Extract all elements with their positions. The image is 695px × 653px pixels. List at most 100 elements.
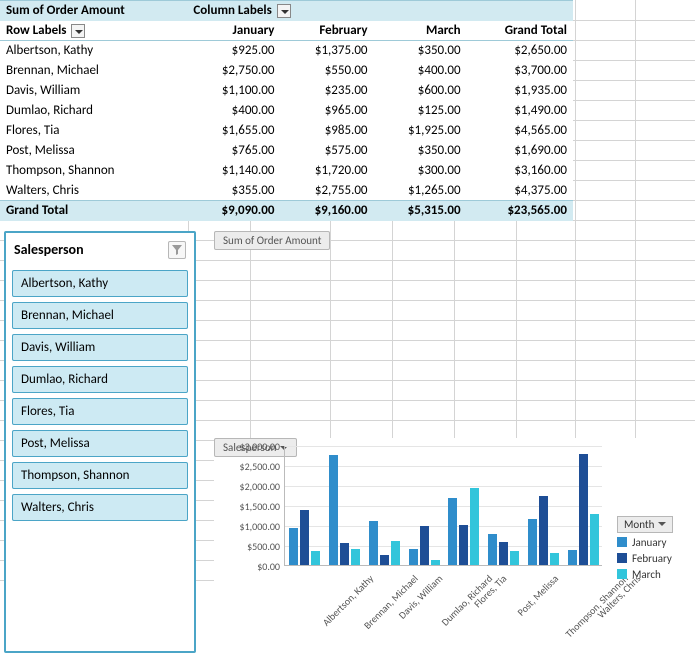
clear-filter-icon[interactable] xyxy=(168,241,186,259)
cell: $300.00 xyxy=(374,161,467,181)
cell: $1,265.00 xyxy=(374,181,467,201)
cell: $1,140.00 xyxy=(187,161,280,181)
row-label: Flores, Tia xyxy=(0,121,187,141)
value-field-pill[interactable]: Sum of Order Amount xyxy=(214,231,330,250)
row-total: $4,565.00 xyxy=(467,121,573,141)
bar xyxy=(568,550,577,564)
col-january: January xyxy=(187,21,280,41)
bar xyxy=(539,496,548,565)
bar xyxy=(351,549,360,565)
table-row: Flores, Tia$1,655.00$985.00$1,925.00$4,5… xyxy=(0,121,573,141)
bar xyxy=(340,543,349,565)
slicer-item[interactable]: Walters, Chris xyxy=(12,494,188,521)
bar xyxy=(579,454,588,564)
bar xyxy=(369,521,378,565)
bar xyxy=(289,528,298,565)
bar xyxy=(391,541,400,565)
table-row: Davis, William$1,100.00$235.00$600.00$1,… xyxy=(0,81,573,101)
table-row: Dumlao, Richard$400.00$965.00$125.00$1,4… xyxy=(0,101,573,121)
cell: $765.00 xyxy=(187,141,280,161)
row-total: $3,700.00 xyxy=(467,61,573,81)
slicer-item[interactable]: Davis, William xyxy=(12,334,188,361)
legend-item: January xyxy=(617,536,673,549)
grand-january: $9,090.00 xyxy=(187,201,280,221)
grand-total-label: Grand Total xyxy=(0,201,187,221)
cell: $1,925.00 xyxy=(374,121,467,141)
row-label: Brennan, Michael xyxy=(0,61,187,81)
bar xyxy=(448,498,457,564)
col-grand: Grand Total xyxy=(467,21,573,41)
y-tick-label: $1,000.00 xyxy=(214,520,280,533)
bar xyxy=(590,514,599,565)
row-total: $1,490.00 xyxy=(467,101,573,121)
bar xyxy=(470,488,479,565)
col-march: March xyxy=(374,21,467,41)
cell: $355.00 xyxy=(187,181,280,201)
y-tick-label: $2,000.00 xyxy=(214,480,280,493)
bar xyxy=(300,510,309,565)
cell: $125.00 xyxy=(374,101,467,121)
slicer-item[interactable]: Brennan, Michael xyxy=(12,302,188,329)
cell: $1,100.00 xyxy=(187,81,280,101)
cell: $600.00 xyxy=(374,81,467,101)
y-tick-label: $3,000.00 xyxy=(214,440,280,453)
bar xyxy=(431,560,440,565)
row-total: $2,650.00 xyxy=(467,41,573,61)
grand-february: $9,160.00 xyxy=(280,201,373,221)
cell: $350.00 xyxy=(374,141,467,161)
slicer-item[interactable]: Flores, Tia xyxy=(12,398,188,425)
y-tick-label: $0.00 xyxy=(214,560,280,573)
pivot-chart: Sum of Order Amount $0.00 $500.00 $1,000.0… xyxy=(214,231,695,653)
row-total: $1,690.00 xyxy=(467,141,573,161)
y-tick-label: $500.00 xyxy=(214,540,280,553)
slicer-item[interactable]: Post, Melissa xyxy=(12,430,188,457)
slicer-title: Salesperson xyxy=(14,241,84,258)
legend-field-pill[interactable]: Month xyxy=(617,516,673,533)
cell: $235.00 xyxy=(280,81,373,101)
bar xyxy=(499,542,508,565)
bar xyxy=(488,534,497,565)
slicer-item[interactable]: Albertson, Kathy xyxy=(12,270,188,297)
bar xyxy=(409,549,418,565)
cell: $1,375.00 xyxy=(280,41,373,61)
legend-swatch xyxy=(617,537,627,547)
cell: $550.00 xyxy=(280,61,373,81)
col-february: February xyxy=(280,21,373,41)
row-label: Davis, William xyxy=(0,81,187,101)
bar xyxy=(459,525,468,564)
bar xyxy=(510,551,519,565)
row-label: Post, Melissa xyxy=(0,141,187,161)
legend-item: February xyxy=(617,552,673,565)
row-total: $3,160.00 xyxy=(467,161,573,181)
cell: $965.00 xyxy=(280,101,373,121)
row-label: Thompson, Shannon xyxy=(0,161,187,181)
row-total: $1,935.00 xyxy=(467,81,573,101)
x-tick-label: Post, Melissa xyxy=(514,572,561,619)
pivot-table: Sum of Order Amount Column Labels Row La… xyxy=(0,0,573,221)
row-total: $4,375.00 xyxy=(467,181,573,201)
cell: $1,655.00 xyxy=(187,121,280,141)
column-labels-dropdown[interactable] xyxy=(277,4,291,18)
slicer-item[interactable]: Thompson, Shannon xyxy=(12,462,188,489)
cell: $2,750.00 xyxy=(187,61,280,81)
bar xyxy=(528,519,537,565)
y-tick-label: $2,500.00 xyxy=(214,460,280,473)
legend-swatch xyxy=(617,553,627,563)
grand-total: $23,565.00 xyxy=(467,201,573,221)
column-labels-header: Column Labels xyxy=(187,1,373,21)
legend-label: February xyxy=(632,552,672,565)
cell: $1,720.00 xyxy=(280,161,373,181)
legend-label: January xyxy=(632,536,666,549)
bar xyxy=(329,455,338,565)
cell: $925.00 xyxy=(187,41,280,61)
row-labels-header: Row Labels xyxy=(0,21,187,41)
row-label: Dumlao, Richard xyxy=(0,101,187,121)
bar xyxy=(380,555,389,564)
row-labels-dropdown[interactable] xyxy=(71,24,85,38)
y-tick-label: $1,500.00 xyxy=(214,500,280,513)
cell: $2,755.00 xyxy=(280,181,373,201)
table-row: Albertson, Kathy$925.00$1,375.00$350.00$… xyxy=(0,41,573,61)
chart-legend: Month JanuaryFebruaryMarch xyxy=(617,516,673,584)
legend-swatch xyxy=(617,569,627,579)
slicer-item[interactable]: Dumlao, Richard xyxy=(12,366,188,393)
